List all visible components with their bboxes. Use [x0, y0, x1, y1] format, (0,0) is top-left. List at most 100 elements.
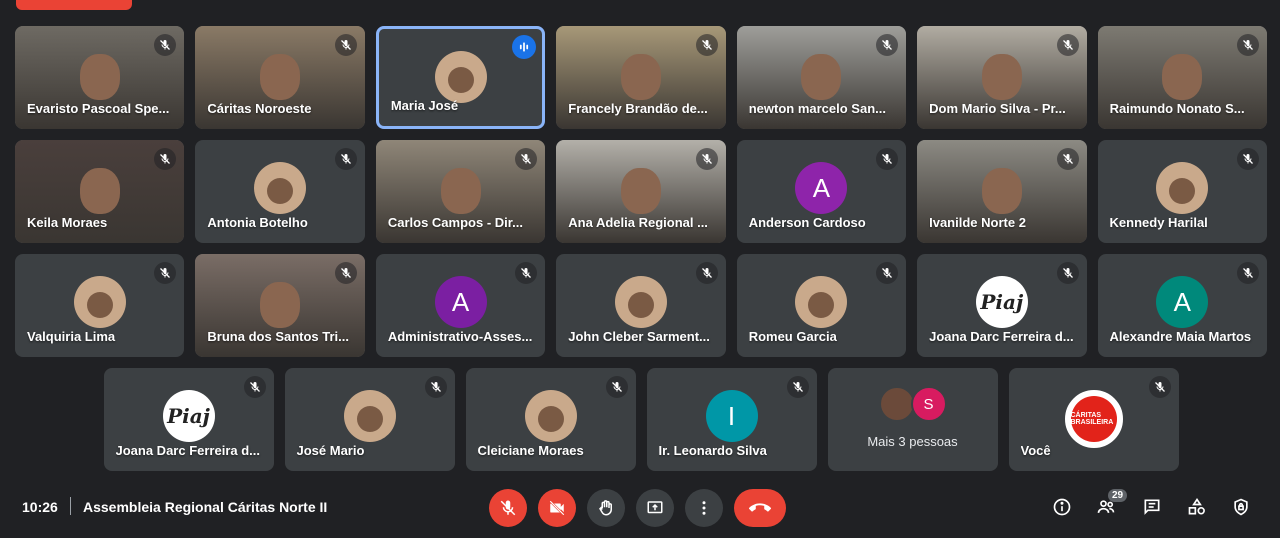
more-avatars: S	[878, 386, 947, 422]
avatar: I	[705, 390, 758, 442]
hang-up-button[interactable]	[734, 489, 786, 527]
participant-tile[interactable]: José Mario	[284, 368, 455, 471]
people-button[interactable]: 29	[1094, 489, 1128, 519]
participant-name: Valquiria Lima	[27, 329, 116, 344]
participant-tile[interactable]: John Cleber Sarment...	[556, 254, 726, 357]
participant-name: Cáritas Noroeste	[207, 101, 312, 116]
chat-button[interactable]	[1140, 495, 1164, 519]
participant-tile[interactable]: I Ir. Leonardo Silva	[646, 368, 817, 471]
participant-video-face	[250, 272, 310, 332]
participant-video-face	[70, 158, 130, 218]
participant-tile[interactable]: A Anderson Cardoso	[736, 140, 907, 243]
participant-video-face	[1152, 44, 1212, 104]
participant-tile[interactable]: Carlos Campos - Dir...	[375, 140, 546, 243]
participant-tile[interactable]: Ivanilde Norte 2	[917, 140, 1087, 243]
avatar: S	[910, 386, 947, 422]
participant-tile[interactable]: S Mais 3 pessoas	[827, 368, 998, 471]
participant-name: José Mario	[296, 443, 365, 458]
participant-name: Cleiciane Moraes	[477, 443, 584, 458]
participant-tile[interactable]: Kennedy Harilal	[1097, 140, 1267, 243]
participant-name: Joana Darc Ferreira d...	[115, 443, 261, 458]
participant-tile[interactable]: CÁRITAS BRASILEIRA Você	[1008, 368, 1179, 471]
more-options-button[interactable]	[685, 489, 723, 527]
host-controls-button[interactable]	[1229, 495, 1253, 519]
participant-name: Maria José	[390, 98, 459, 113]
participant-tile[interactable]: Cáritas Noroeste	[195, 26, 365, 129]
participant-name: Você	[1020, 443, 1051, 458]
participant-tile[interactable]: Piaj Joana Darc Ferreira d...	[103, 368, 274, 471]
participant-tile[interactable]: A Alexandre Maia Martos	[1097, 254, 1267, 357]
participant-video-face	[70, 44, 130, 104]
avatar	[524, 390, 577, 442]
participant-name: Romeu Garcia	[748, 329, 837, 344]
participant-tile[interactable]: Valquiria Lima	[15, 254, 185, 357]
participant-tile[interactable]: Francely Brandão de...	[556, 26, 726, 129]
raise-hand-icon	[599, 500, 612, 516]
participant-video-face	[431, 158, 491, 218]
muted-mic-icon	[695, 262, 718, 284]
muted-mic-icon	[154, 262, 177, 284]
divider	[70, 497, 71, 515]
participant-name: Antonia Botelho	[207, 215, 308, 230]
participant-tile[interactable]: Piaj Joana Darc Ferreira d...	[917, 254, 1087, 357]
participant-tile[interactable]: Bruna dos Santos Tri...	[195, 254, 365, 357]
participant-tile[interactable]: newton marcelo San...	[736, 26, 907, 129]
muted-mic-icon	[424, 376, 447, 398]
participant-video-face	[791, 44, 851, 104]
camera-off-icon	[549, 500, 565, 516]
bottom-bar: 10:26 Assembleia Regional Cáritas Norte …	[0, 487, 1280, 527]
participant-tile[interactable]: A Administrativo-Asses...	[375, 254, 546, 357]
avatar: A	[1156, 276, 1209, 328]
muted-mic-icon	[1056, 148, 1079, 170]
participant-tile[interactable]: Raimundo Nonato S...	[1097, 26, 1267, 129]
muted-mic-icon	[515, 262, 538, 284]
mic-off-icon	[500, 500, 516, 516]
more-participants-label: Mais 3 pessoas	[867, 434, 958, 449]
participant-name: Keila Moraes	[27, 215, 108, 230]
mic-toggle-button[interactable]	[489, 489, 527, 527]
participant-tile[interactable]: Maria José	[375, 26, 546, 129]
chat-icon	[1144, 499, 1160, 515]
muted-mic-icon	[876, 34, 899, 56]
participant-name: Dom Mario Silva - Pr...	[929, 101, 1066, 116]
avatar: A	[795, 162, 848, 214]
participant-video-face	[250, 44, 310, 104]
participant-video-face	[972, 158, 1032, 218]
muted-mic-icon	[786, 376, 809, 398]
avatar	[254, 162, 307, 214]
muted-mic-icon	[334, 148, 357, 170]
participant-name: Ivanilde Norte 2	[929, 215, 1026, 230]
participant-name: John Cleber Sarment...	[568, 329, 710, 344]
muted-mic-icon	[1236, 262, 1259, 284]
participant-row: Evaristo Pascoal Spe... Cáritas Noroeste M…	[15, 26, 1267, 129]
participant-tile[interactable]: Ana Adelia Regional ...	[556, 140, 726, 243]
participant-name: Alexandre Maia Martos	[1109, 329, 1252, 344]
participant-tile[interactable]: Dom Mario Silva - Pr...	[917, 26, 1087, 129]
camera-toggle-button[interactable]	[538, 489, 576, 527]
present-icon	[647, 501, 663, 514]
more-options-icon	[702, 501, 706, 515]
avatar	[73, 276, 126, 328]
host-controls-icon	[1234, 498, 1248, 516]
muted-mic-icon	[1236, 148, 1259, 170]
muted-mic-icon	[876, 148, 899, 170]
participant-tile[interactable]: Cleiciane Moraes	[465, 368, 636, 471]
present-button[interactable]	[636, 489, 674, 527]
raise-hand-button[interactable]	[587, 489, 625, 527]
participant-count-badge: 29	[1108, 489, 1128, 502]
participant-tile[interactable]: Antonia Botelho	[195, 140, 365, 243]
participant-tile[interactable]: Keila Moraes	[15, 140, 185, 243]
activities-button[interactable]	[1185, 495, 1209, 519]
participant-name: Ana Adelia Regional ...	[568, 215, 708, 230]
participant-row: Valquiria Lima Bruna dos Santos Tri... A Ad…	[15, 254, 1267, 357]
avatar	[434, 51, 487, 103]
participant-row: Piaj Joana Darc Ferreira d... José Mario Cl…	[15, 368, 1267, 471]
participant-name: Administrativo-Asses...	[387, 329, 533, 344]
meeting-details-button[interactable]	[1050, 495, 1074, 519]
participant-tile[interactable]: Evaristo Pascoal Spe...	[15, 26, 185, 129]
participant-video-face	[611, 44, 671, 104]
muted-mic-icon	[876, 262, 899, 284]
participant-tile[interactable]: Romeu Garcia	[736, 254, 907, 357]
info-icon	[1053, 498, 1071, 516]
recording-indicator	[16, 0, 132, 10]
